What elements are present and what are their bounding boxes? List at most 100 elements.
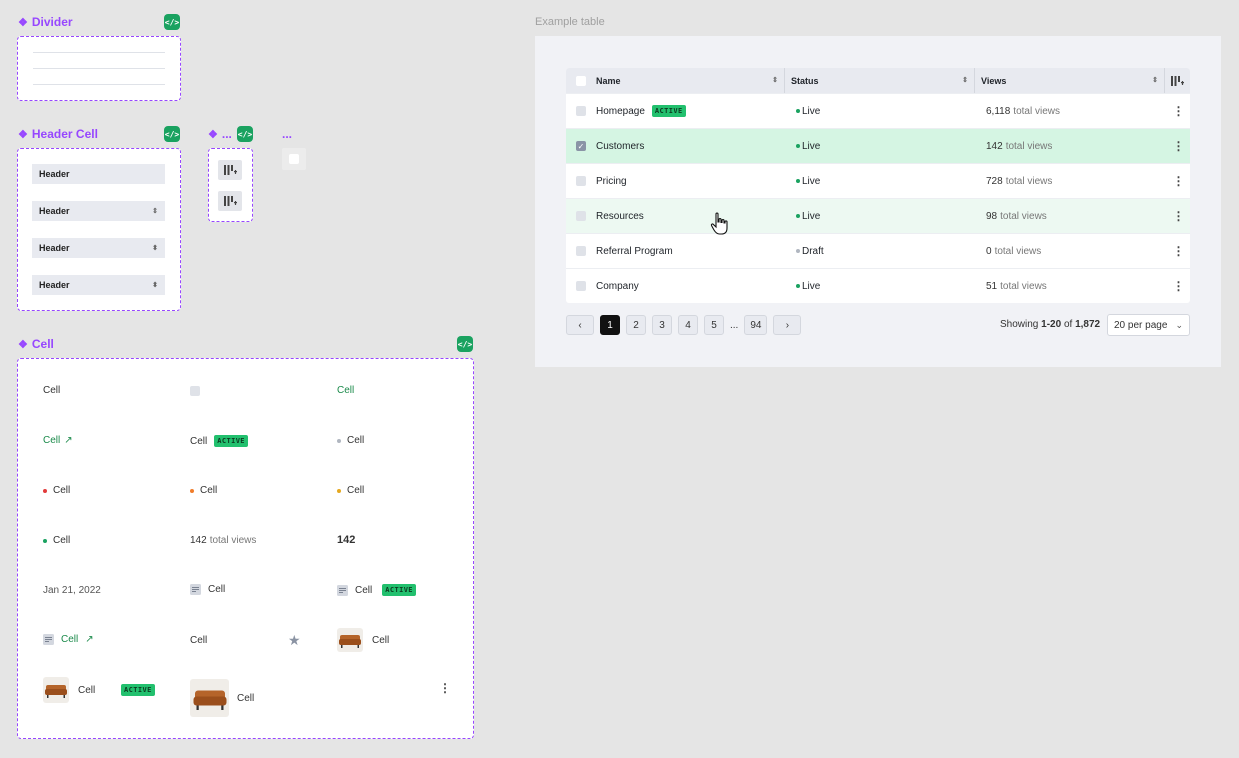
header-cell[interactable]: Header — [32, 164, 165, 184]
active-badge: ACTIVE — [214, 435, 248, 447]
kebab-icon: ⋮ — [1172, 209, 1185, 223]
row-more-button[interactable]: ⋮ — [1165, 94, 1190, 128]
yellow-dot-cell: Cell — [337, 485, 364, 496]
page-button-2[interactable]: 2 — [626, 315, 646, 335]
sort-desc-icon: ⬍ — [152, 244, 158, 252]
header-cell-sortable[interactable]: Header ⇕ — [32, 201, 165, 221]
views-suffix: total views — [1000, 210, 1047, 222]
code-icon[interactable]: </> — [164, 126, 180, 142]
more-options-button[interactable]: ⋮ — [439, 682, 451, 694]
component-icon: ❖ — [208, 128, 218, 141]
cell-number: 142 — [337, 534, 356, 546]
row-views: 0 — [986, 245, 992, 257]
active-badge: ACTIVE — [121, 684, 155, 696]
header-cell-sort-desc[interactable]: Header ⬍ — [32, 238, 165, 258]
page-button-1[interactable]: 1 — [600, 315, 620, 335]
cell-text: Cell — [200, 485, 218, 496]
page-button-3[interactable]: 3 — [652, 315, 672, 335]
grey-dot-cell: Cell — [337, 435, 364, 446]
status-cell: Live — [785, 94, 975, 128]
status-dot — [337, 438, 341, 443]
views-suffix: total views — [1005, 140, 1053, 152]
star-icon[interactable]: ★ — [288, 632, 301, 649]
row-name: Company — [596, 280, 639, 292]
row-name: Resources — [596, 210, 644, 222]
cell-link-text[interactable]: Cell — [61, 634, 78, 645]
divider-frame — [17, 36, 181, 101]
cell-link-text[interactable]: Cell — [43, 435, 60, 446]
chevron-down-icon: ⌄ — [1175, 319, 1183, 330]
views-cell: 51 total views — [975, 269, 1165, 303]
row-more-button[interactable]: ⋮ — [1165, 199, 1190, 233]
badge-cell: Cell ACTIVE — [190, 435, 248, 447]
views-suffix: total views — [209, 535, 257, 546]
per-page-select[interactable]: 20 per page ⌄ — [1107, 314, 1190, 336]
showing-of: of — [1063, 319, 1073, 330]
table-row[interactable]: Referral Program Draft 0 total views ⋮ — [566, 233, 1190, 268]
row-checkbox[interactable]: ✓ — [576, 141, 586, 151]
table-row[interactable]: Company Live 51 total views ⋮ — [566, 268, 1190, 303]
code-icon[interactable]: </> — [457, 336, 473, 352]
row-more-button[interactable]: ⋮ — [1165, 234, 1190, 268]
select-all-checkbox[interactable] — [576, 75, 586, 86]
column-header-name[interactable]: Name ⇕ — [596, 68, 785, 93]
page-button-94[interactable]: 94 — [744, 315, 768, 335]
status-dot — [43, 488, 47, 493]
row-more-button[interactable]: ⋮ — [1165, 164, 1190, 198]
row-checkbox[interactable] — [576, 281, 586, 291]
column-button-title-label: ... — [221, 127, 232, 141]
code-icon[interactable]: </> — [164, 14, 180, 30]
page-button-4[interactable]: 4 — [678, 315, 698, 335]
showing-summary: Showing 1-20 of 1,872 — [1000, 319, 1100, 330]
row-checkbox[interactable] — [576, 106, 586, 116]
sofa-thumbnail-large — [190, 679, 229, 717]
row-more-button[interactable]: ⋮ — [1165, 129, 1190, 163]
views-number: 142 — [190, 535, 207, 546]
column-header-status[interactable]: Status ⇕ — [785, 68, 975, 93]
checkbox-cell[interactable] — [190, 386, 200, 396]
views-suffix: total views — [1005, 175, 1053, 187]
add-column-button[interactable] — [1165, 68, 1190, 93]
row-checkbox[interactable] — [576, 176, 586, 186]
cell-text: Cell — [337, 385, 355, 396]
cell-text: Cell — [347, 485, 365, 496]
header-cell-sort-asc[interactable]: Header ⬍ — [32, 275, 165, 295]
kebab-icon: ⋮ — [1172, 174, 1185, 188]
row-name: Referral Program — [596, 245, 673, 257]
status-cell: Live — [785, 269, 975, 303]
checkbox-component-title: ... — [282, 127, 292, 141]
views-cell: 142 total views — [190, 535, 256, 546]
checkbox[interactable] — [190, 386, 200, 396]
add-column-button-pressed[interactable] — [218, 191, 242, 211]
image-badge-cell: Cell — [43, 677, 95, 703]
table-row[interactable]: ✓ Customers Live 142 total views ⋮ — [566, 128, 1190, 163]
previous-page-button[interactable]: ‹ — [566, 315, 594, 335]
column-header-views[interactable]: Views ⇕ — [975, 68, 1165, 93]
link-cell[interactable]: Cell ↗ — [43, 435, 73, 446]
per-page-value: 20 per page — [1114, 319, 1168, 331]
doc-link-cell[interactable]: Cell ↗ — [43, 634, 94, 645]
table-row[interactable]: Resources Live 98 total views ⋮ — [566, 198, 1190, 233]
badge-only: ACTIVE — [118, 684, 155, 696]
row-select-cell — [566, 199, 596, 233]
add-column-button[interactable] — [218, 160, 242, 180]
table-row[interactable]: Pricing Live 728 total views ⋮ — [566, 163, 1190, 198]
text-cell: Cell — [43, 385, 60, 396]
header-label: Header — [39, 243, 70, 253]
next-page-button[interactable]: › — [773, 315, 802, 335]
code-icon[interactable]: </> — [237, 126, 253, 142]
example-table-label: Example table — [535, 16, 605, 28]
status-dot — [796, 109, 800, 113]
cell-text: Cell — [53, 485, 71, 496]
header-cell-frame: Header Header ⇕ Header ⬍ Header ⬍ — [17, 148, 181, 311]
column-label: Views — [981, 75, 1007, 86]
checkbox[interactable] — [289, 154, 299, 164]
page-button-5[interactable]: 5 — [704, 315, 724, 335]
arrow-up-right-icon: ↗ — [64, 435, 73, 446]
row-checkbox[interactable] — [576, 246, 586, 256]
row-more-button[interactable]: ⋮ — [1165, 269, 1190, 303]
table-row[interactable]: Homepage ACTIVE Live 6,118 total views ⋮ — [566, 93, 1190, 128]
row-status: Live — [802, 175, 821, 187]
pagination: ‹ 1 2 3 4 5 ... 94 › — [566, 315, 802, 335]
row-checkbox[interactable] — [576, 211, 586, 221]
